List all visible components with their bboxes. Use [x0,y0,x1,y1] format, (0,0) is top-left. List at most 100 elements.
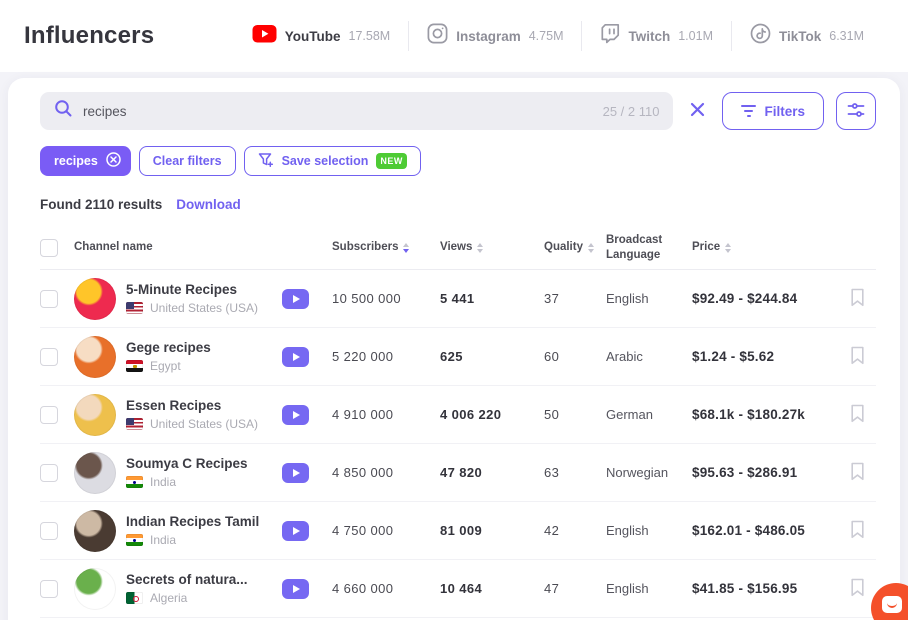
country-flag [126,418,143,430]
country-name: United States (USA) [150,301,258,315]
row-checkbox[interactable] [40,290,74,308]
channel-avatar-cell[interactable] [74,510,126,552]
column-header-views[interactable]: Views [440,240,544,255]
table-row: Gege recipes Egypt 5 220 000 625 60 Arab… [40,328,876,386]
instagram-icon [427,23,448,49]
channel-name[interactable]: Soumya C Recipes [126,456,272,471]
channel-avatar-cell[interactable] [74,336,126,378]
platform-name: Instagram [456,29,521,44]
views-value: 47 820 [440,465,544,480]
save-selection-button[interactable]: Save selection NEW [244,146,421,176]
page-title: Influencers [24,22,154,50]
platform-count: 1.01M [678,29,713,43]
views-value: 4 006 220 [440,407,544,422]
channel-avatar-cell[interactable] [74,278,126,320]
channel-name[interactable]: 5-Minute Recipes [126,282,272,297]
search-input[interactable] [83,104,593,119]
column-header-subscribers[interactable]: Subscribers [332,240,440,255]
filters-button[interactable]: Filters [722,92,824,130]
channel-country: Algeria [126,591,272,605]
row-checkbox[interactable] [40,522,74,540]
bookmark-button[interactable] [848,460,876,486]
twitch-icon [600,23,620,49]
bookmark-button[interactable] [848,402,876,428]
quality-value: 47 [544,581,606,596]
bookmark-button[interactable] [848,286,876,312]
channel-country: Egypt [126,359,272,373]
youtube-play-icon[interactable] [282,347,309,367]
clear-filters-button[interactable]: Clear filters [139,146,236,176]
platform-stat-youtube[interactable]: YouTube 17.58M [234,25,408,48]
channel-avatar-cell[interactable] [74,452,126,494]
quality-value: 63 [544,465,606,480]
language-value: English [606,581,692,596]
bookmark-button[interactable] [848,518,876,544]
column-header-quality[interactable]: Quality [544,240,606,255]
row-checkbox[interactable] [40,348,74,366]
table-header-row: Channel name Subscribers Views Quality B… [40,226,876,270]
column-header-language[interactable]: Broadcast Language [606,233,692,263]
select-all-checkbox[interactable] [40,239,74,257]
youtube-play-icon[interactable] [282,463,309,483]
download-link[interactable]: Download [176,197,241,212]
channel-name-cell[interactable]: Secrets of natura... Algeria [126,572,282,605]
sort-icon-price [725,243,731,253]
subscribers-value: 4 910 000 [332,407,440,422]
youtube-play-icon[interactable] [282,289,309,309]
avatar [74,568,116,610]
channel-name-cell[interactable]: 5-Minute Recipes United States (USA) [126,282,282,315]
filter-lines-icon [741,105,756,117]
bookmark-button[interactable] [848,344,876,370]
channel-avatar-cell[interactable] [74,394,126,436]
filter-chip-recipes[interactable]: recipes [40,146,131,176]
channel-name-cell[interactable]: Gege recipes Egypt [126,340,282,373]
subscribers-value: 5 220 000 [332,349,440,364]
advanced-filters-button[interactable] [836,92,876,130]
channel-avatar-cell[interactable] [74,568,126,610]
chip-remove-icon[interactable] [106,152,121,170]
new-badge: NEW [376,153,407,169]
channel-name-cell[interactable]: Soumya C Recipes India [126,456,282,489]
quality-value: 60 [544,349,606,364]
views-value: 10 464 [440,581,544,596]
price-value: $162.01 - $486.05 [692,523,848,538]
bookmark-icon [850,578,865,600]
channel-name[interactable]: Essen Recipes [126,398,272,413]
views-value: 81 009 [440,523,544,538]
platform-name: Twitch [628,29,670,44]
table-row: Secrets of natura... Algeria 4 660 000 1… [40,560,876,618]
channel-name[interactable]: Secrets of natura... [126,572,272,587]
top-header: Influencers YouTube 17.58M Instagram 4.7… [0,0,908,72]
clear-search-button[interactable] [685,97,710,125]
sliders-icon [846,100,866,123]
youtube-play-icon[interactable] [282,521,309,541]
country-flag [126,360,143,372]
bookmark-button[interactable] [848,576,876,602]
platform-stat-instagram[interactable]: Instagram 4.75M [409,23,581,49]
platform-count: 4.75M [529,29,564,43]
bookmark-icon [850,520,865,542]
channel-name[interactable]: Indian Recipes Tamil [126,514,272,529]
row-checkbox[interactable] [40,580,74,598]
channel-name-cell[interactable]: Essen Recipes United States (USA) [126,398,282,431]
price-value: $68.1k - $180.27k [692,407,848,422]
youtube-play-icon[interactable] [282,579,309,599]
row-checkbox[interactable] [40,406,74,424]
row-checkbox[interactable] [40,464,74,482]
chat-icon [882,596,902,613]
country-name: India [150,475,176,489]
clear-filters-label: Clear filters [153,154,222,168]
platform-name: YouTube [285,29,341,44]
bookmark-icon [850,404,865,426]
platform-stat-tiktok[interactable]: TikTok 6.31M [732,23,882,49]
column-header-price[interactable]: Price [692,240,848,255]
table-row: Indian Recipes Tamil India 4 750 000 81 … [40,502,876,560]
search-bar[interactable]: 25 / 2 110 [40,92,673,130]
channel-country: India [126,475,272,489]
chip-label: recipes [54,154,98,168]
country-flag [126,592,143,604]
channel-name[interactable]: Gege recipes [126,340,272,355]
platform-stat-twitch[interactable]: Twitch 1.01M [582,23,731,49]
youtube-play-icon[interactable] [282,405,309,425]
channel-name-cell[interactable]: Indian Recipes Tamil India [126,514,282,547]
